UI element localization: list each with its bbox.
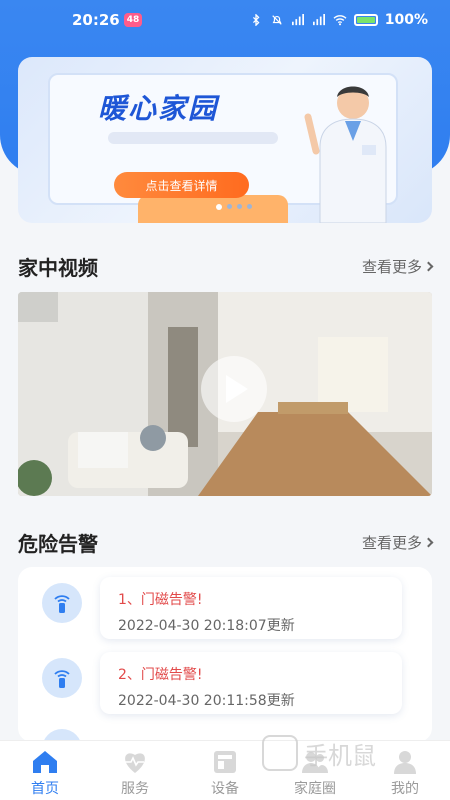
door-sensor-icon xyxy=(42,583,82,623)
battery-level: 100% xyxy=(384,12,428,28)
notification-badge: 48 xyxy=(123,13,143,27)
signal-icon-2 xyxy=(312,14,325,26)
alert-card[interactable]: 2、门磁告警! 2022-04-30 20:11:58更新 xyxy=(100,652,402,714)
alert-section-header: 危险告警 查看更多 xyxy=(18,528,434,557)
video-more-label: 查看更多 xyxy=(361,258,422,276)
banner-decoration xyxy=(138,195,288,223)
watermark: 手机鼠 xyxy=(262,728,432,778)
banner-subtitle-bar xyxy=(108,132,278,144)
video-section-header: 家中视频 查看更多 xyxy=(18,252,434,281)
video-more-link[interactable]: 查看更多 xyxy=(361,256,434,277)
mute-bell-icon xyxy=(272,15,282,25)
clock: 20:26 xyxy=(72,11,120,29)
alert-more-link[interactable]: 查看更多 xyxy=(361,532,434,553)
heart-pulse-icon xyxy=(125,753,145,773)
status-bar: 20:26 48 100% xyxy=(0,0,450,40)
carousel-dot xyxy=(247,204,252,209)
video-section-title: 家中视频 xyxy=(18,256,98,280)
door-sensor-icon xyxy=(42,658,82,698)
tab-home[interactable]: 首页 xyxy=(0,741,90,800)
home-icon xyxy=(33,751,57,773)
list-item[interactable]: 1、门磁告警! 2022-04-30 20:18:07更新 xyxy=(18,575,432,647)
banner-title: 暖心家园 xyxy=(98,92,219,125)
play-icon xyxy=(226,375,248,403)
tab-label: 家庭圈 xyxy=(294,781,336,797)
home-video-player[interactable] xyxy=(18,292,432,496)
alert-card[interactable]: 1、门磁告警! 2022-04-30 20:18:07更新 xyxy=(100,577,402,639)
alert-list: 1、门磁告警! 2022-04-30 20:18:07更新 2、门磁告警! 20… xyxy=(18,567,432,742)
device-icon xyxy=(214,751,236,773)
wifi-icon xyxy=(333,15,347,26)
banner-carousel[interactable]: 暖心家园 点击查看详情 xyxy=(18,57,432,223)
carousel-dot xyxy=(237,204,242,209)
chevron-right-icon xyxy=(423,261,434,272)
alert-time: 2022-04-30 20:18:07更新 xyxy=(118,618,295,634)
banner-detail-button[interactable]: 点击查看详情 xyxy=(114,172,249,198)
battery-icon xyxy=(353,14,378,26)
play-button[interactable] xyxy=(201,356,267,422)
carousel-indicator xyxy=(216,204,252,210)
alert-name: 1、门磁告警! xyxy=(118,592,203,608)
tab-label: 服务 xyxy=(121,781,149,797)
alert-time: 2022-04-30 20:11:58更新 xyxy=(118,693,295,709)
alert-more-label: 查看更多 xyxy=(361,534,422,552)
tab-service[interactable]: 服务 xyxy=(90,741,180,800)
carousel-dot xyxy=(216,204,222,210)
watermark-logo-icon xyxy=(262,735,298,771)
list-item[interactable]: 2、门磁告警! 2022-04-30 20:11:58更新 xyxy=(18,650,432,722)
bluetooth-icon xyxy=(252,14,260,26)
chevron-right-icon xyxy=(423,537,434,548)
tab-label: 我的 xyxy=(391,781,419,797)
carousel-dot xyxy=(227,204,232,209)
tab-device[interactable]: 设备 xyxy=(180,741,270,800)
tab-label: 首页 xyxy=(31,781,59,797)
signal-icon xyxy=(291,14,304,26)
alert-name: 2、门磁告警! xyxy=(118,667,203,683)
alert-section-title: 危险告警 xyxy=(18,532,98,556)
tab-label: 设备 xyxy=(211,781,239,797)
doctor-illustration xyxy=(304,86,387,223)
watermark-text: 手机鼠 xyxy=(304,741,376,770)
